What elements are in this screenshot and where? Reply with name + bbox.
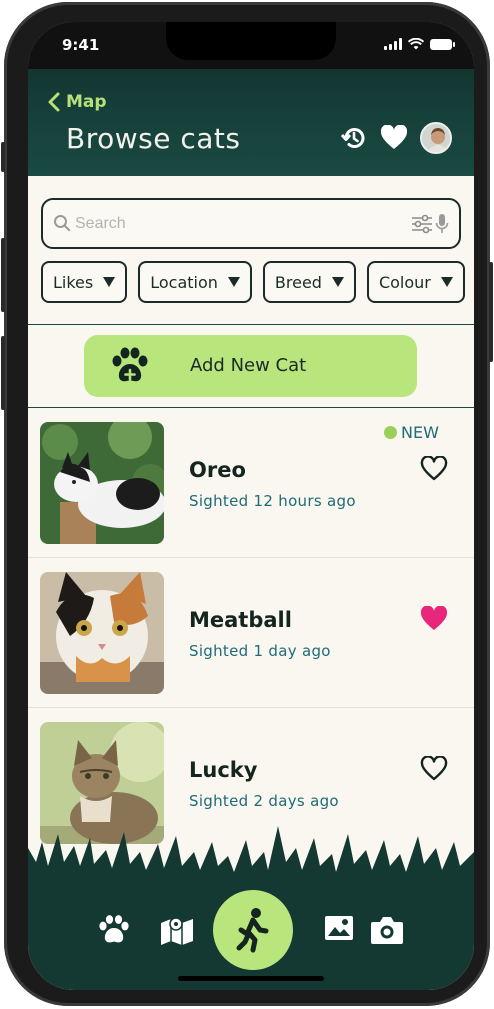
cat-name: Oreo	[189, 458, 246, 482]
filter-label: Location	[150, 272, 218, 292]
back-to-map-button[interactable]: Map	[48, 92, 107, 112]
notch	[166, 22, 336, 60]
search-bar	[41, 198, 461, 249]
walking-icon	[236, 908, 269, 953]
paw-icon[interactable]	[98, 915, 130, 945]
heart-outline-icon[interactable]	[420, 456, 448, 482]
cat-name: Meatball	[189, 608, 292, 632]
dropdown-triangle-icon	[103, 277, 116, 287]
new-badge-label: NEW	[401, 423, 439, 442]
cat-name: Lucky	[189, 758, 258, 782]
page-title: Browse cats	[66, 122, 241, 155]
favorites-heart-icon[interactable]	[380, 125, 408, 151]
user-avatar[interactable]	[420, 122, 452, 154]
cellular-signal-icon	[384, 38, 402, 50]
add-new-cat-button[interactable]: Add New Cat	[84, 335, 417, 397]
filter-chips: Likes Location Breed Colour	[41, 261, 474, 303]
cat-photo-meatball	[40, 572, 164, 694]
dropdown-triangle-icon	[440, 277, 453, 287]
phone-frame: 9:41 Map Browse cats Search Likes Locati…	[1, 2, 493, 1006]
filter-sliders-icon[interactable]	[411, 214, 433, 234]
microphone-icon[interactable]	[435, 213, 449, 235]
silent-switch	[1, 142, 5, 172]
battery-icon	[430, 38, 455, 50]
new-badge: NEW	[384, 423, 439, 442]
add-new-cat-label: Add New Cat	[190, 355, 307, 376]
walk-mode-button[interactable]	[213, 890, 293, 970]
paw-plus-icon	[112, 347, 148, 382]
search-icon	[54, 215, 70, 231]
home-indicator	[178, 976, 324, 981]
filter-likes[interactable]: Likes	[41, 261, 128, 303]
cat-sighted-time: Sighted 2 days ago	[189, 792, 339, 810]
app-header: 9:41 Map Browse cats	[28, 22, 474, 176]
filter-breed[interactable]: Breed	[262, 261, 356, 303]
divider	[28, 324, 474, 325]
dropdown-triangle-icon	[331, 277, 344, 287]
cat-sighted-time: Sighted 12 hours ago	[189, 492, 356, 510]
filter-location[interactable]: Location	[138, 261, 252, 303]
header-actions	[340, 122, 452, 154]
filter-label: Colour	[378, 272, 431, 292]
camera-icon[interactable]	[370, 915, 404, 945]
heart-outline-icon[interactable]	[420, 756, 448, 782]
cat-list-item[interactable]: Meatball Sighted 1 day ago	[28, 558, 474, 708]
history-icon[interactable]	[340, 124, 368, 152]
status-bar: 9:41	[28, 22, 474, 69]
app-screen: 9:41 Map Browse cats Search Likes Locati…	[28, 22, 474, 990]
dropdown-triangle-icon	[227, 277, 240, 287]
cat-photo-oreo	[40, 422, 164, 544]
new-dot-icon	[384, 426, 397, 439]
volume-down-button	[1, 336, 5, 410]
filter-colour[interactable]: Colour	[366, 261, 465, 303]
filter-label: Likes	[53, 272, 94, 292]
status-icons	[384, 38, 455, 50]
chevron-left-icon	[48, 92, 60, 112]
volume-up-button	[1, 238, 5, 312]
wifi-icon	[408, 38, 424, 50]
filter-label: Breed	[274, 272, 322, 292]
heart-filled-icon[interactable]	[420, 606, 448, 632]
map-icon[interactable]	[160, 915, 194, 945]
search-input[interactable]	[75, 210, 405, 238]
power-button	[489, 262, 493, 362]
cat-list-item[interactable]: NEW Oreo Sighted 12 hours ago	[28, 408, 474, 558]
image-icon[interactable]	[324, 915, 354, 941]
avatar-face-icon	[422, 124, 450, 152]
cat-sighted-time: Sighted 1 day ago	[189, 642, 331, 660]
status-time: 9:41	[62, 36, 100, 54]
back-label: Map	[66, 92, 107, 112]
